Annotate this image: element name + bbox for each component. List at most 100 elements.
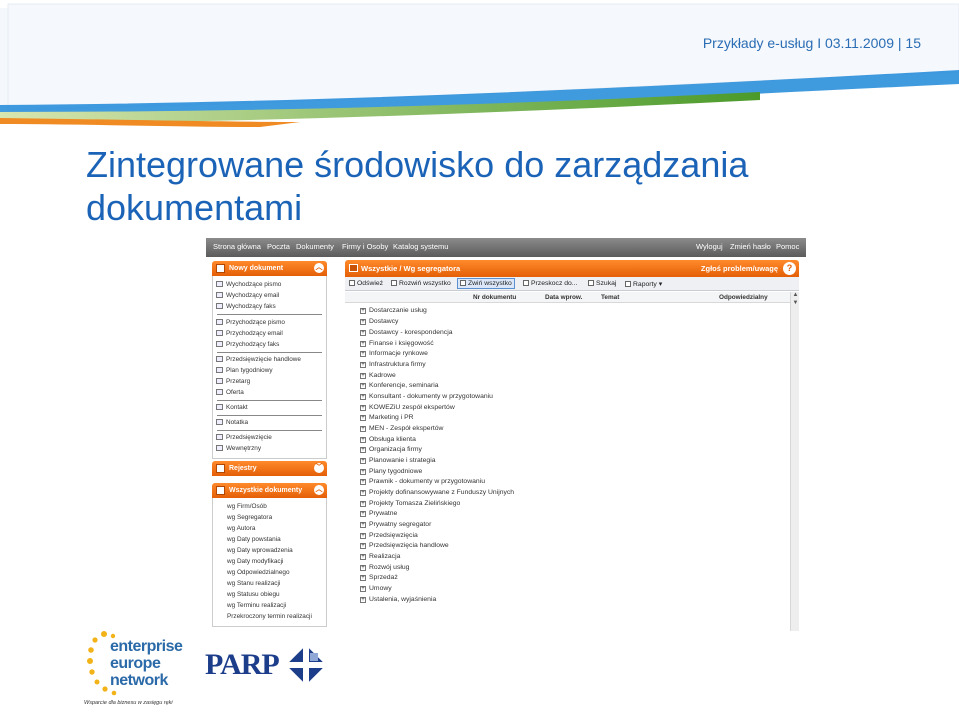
- side-item[interactable]: Plan tygodniowy: [216, 367, 273, 374]
- tree-row[interactable]: + Infrastruktura firmy: [360, 361, 426, 368]
- tree-row[interactable]: + Ustalenia, wyjaśnienia: [360, 596, 436, 603]
- tree-row[interactable]: + Prywatny segregator: [360, 521, 431, 528]
- nav-poczta[interactable]: Poczta: [267, 242, 290, 251]
- link-item[interactable]: wg Segregatora: [227, 514, 272, 521]
- jump-to-button[interactable]: Przeskocz do...: [523, 280, 577, 287]
- link-item[interactable]: wg Odpowiedzialnego: [227, 569, 290, 576]
- plus-box-icon[interactable]: +: [360, 501, 366, 507]
- tree-row[interactable]: + MEN - Zespół ekspertów: [360, 425, 443, 432]
- side-item[interactable]: Wychodzący faks: [216, 303, 276, 310]
- link-item[interactable]: wg Statusu obiegu: [227, 591, 280, 598]
- refresh-button[interactable]: Odśwież: [349, 280, 383, 287]
- plus-box-icon[interactable]: +: [360, 522, 366, 528]
- nav-dokumenty[interactable]: Dokumenty: [296, 242, 334, 251]
- plus-box-icon[interactable]: +: [360, 341, 366, 347]
- plus-box-icon[interactable]: +: [360, 437, 366, 443]
- tree-row[interactable]: + Konsultant - dokumenty w przygotowaniu: [360, 393, 493, 400]
- tree-row[interactable]: + Plany tygodniowe: [360, 468, 422, 475]
- nav-strona-glowna[interactable]: Strona główna: [213, 242, 261, 251]
- tree-row[interactable]: + Prawnik - dokumenty w przygotowaniu: [360, 478, 485, 485]
- plus-box-icon[interactable]: +: [360, 330, 366, 336]
- link-item[interactable]: wg Daty wprowadzenia: [227, 547, 293, 554]
- collapse-all-button[interactable]: Zwiń wszystko: [457, 278, 515, 289]
- tree-row[interactable]: + Organizacja firmy: [360, 446, 422, 453]
- col-data-wprow[interactable]: Data wprow.: [545, 294, 582, 301]
- side-item[interactable]: Kontakt: [216, 404, 248, 411]
- tree-row[interactable]: + Przedsięwzięcia: [360, 532, 418, 539]
- plus-box-icon[interactable]: +: [360, 490, 366, 496]
- side-item[interactable]: Przedsięwzięcie: [216, 434, 272, 441]
- nav-katalog-systemu[interactable]: Katalog systemu: [393, 242, 448, 251]
- panel-all-documents[interactable]: Wszystkie dokumenty ︿: [212, 483, 327, 498]
- scroll-down-icon[interactable]: ▼: [792, 300, 799, 306]
- tree-row[interactable]: + Marketing i PR: [360, 414, 414, 421]
- plus-box-icon[interactable]: +: [360, 469, 366, 475]
- chevron-up-icon[interactable]: ︿: [314, 485, 324, 495]
- vertical-scrollbar[interactable]: ▲ ▼: [790, 292, 799, 631]
- tree-row[interactable]: + Obsługa klienta: [360, 436, 416, 443]
- plus-box-icon[interactable]: +: [360, 479, 366, 485]
- panel-new-document[interactable]: Nowy dokument ︿: [212, 261, 327, 276]
- plus-box-icon[interactable]: +: [360, 394, 366, 400]
- plus-box-icon[interactable]: +: [360, 586, 366, 592]
- link-item[interactable]: wg Daty powstania: [227, 536, 281, 543]
- tree-row[interactable]: + Sprzedaż: [360, 574, 398, 581]
- plus-box-icon[interactable]: +: [360, 565, 366, 571]
- link-item[interactable]: wg Autora: [227, 525, 255, 532]
- tree-row[interactable]: + Dostawcy: [360, 318, 398, 325]
- scroll-up-icon[interactable]: ▲: [792, 292, 799, 298]
- side-item[interactable]: Przedsięwzięcie handlowe: [216, 356, 301, 363]
- plus-box-icon[interactable]: +: [360, 383, 366, 389]
- plus-box-icon[interactable]: +: [360, 405, 366, 411]
- tree-row[interactable]: + Informacje rynkowe: [360, 350, 428, 357]
- tree-row[interactable]: + Konferencje, seminaria: [360, 382, 439, 389]
- link-item[interactable]: Przekroczony termin realizacji: [227, 613, 312, 620]
- expand-all-button[interactable]: Rozwiń wszystko: [391, 280, 451, 287]
- side-item[interactable]: Przychodzące pismo: [216, 319, 285, 326]
- plus-box-icon[interactable]: +: [360, 543, 366, 549]
- panel-registers[interactable]: Rejestry ﹀: [212, 461, 327, 476]
- tree-row[interactable]: + Dostawcy - korespondencja: [360, 329, 453, 336]
- plus-box-icon[interactable]: +: [360, 319, 366, 325]
- nav-firmy-i-osoby[interactable]: Firmy i Osoby: [342, 242, 388, 251]
- link-item[interactable]: wg Terminu realizacji: [227, 602, 286, 609]
- tree-row[interactable]: + Projekty Tomasza Zielińskiego: [360, 500, 460, 507]
- report-problem-link[interactable]: Zgłoś problem/uwagę: [701, 264, 778, 273]
- plus-box-icon[interactable]: +: [360, 575, 366, 581]
- tree-row[interactable]: + Finanse i księgowość: [360, 340, 434, 347]
- nav-wyloguj[interactable]: Wyloguj: [696, 242, 723, 251]
- tree-row[interactable]: + Realizacja: [360, 553, 400, 560]
- col-temat[interactable]: Temat: [601, 294, 619, 301]
- nav-pomoc[interactable]: Pomoc: [776, 242, 799, 251]
- tree-row[interactable]: + Projekty dofinansowywane z Funduszy Uni…: [360, 489, 514, 496]
- plus-box-icon[interactable]: +: [360, 308, 366, 314]
- tree-row[interactable]: + KOWEZiU zespół ekspertów: [360, 404, 455, 411]
- plus-box-icon[interactable]: +: [360, 362, 366, 368]
- tree-row[interactable]: + Dostarczanie usług: [360, 307, 427, 314]
- side-item[interactable]: Wewnętrzny: [216, 445, 261, 452]
- plus-box-icon[interactable]: +: [360, 351, 366, 357]
- tree-row[interactable]: + Kadrowe: [360, 372, 396, 379]
- side-item[interactable]: Przychodzący faks: [216, 341, 279, 348]
- chevron-down-icon[interactable]: ﹀: [314, 463, 324, 473]
- col-nr-dokumentu[interactable]: Nr dokumentu: [473, 294, 516, 301]
- plus-box-icon[interactable]: +: [360, 458, 366, 464]
- side-item[interactable]: Oferta: [216, 389, 244, 396]
- chevron-up-icon[interactable]: ︿: [314, 263, 324, 273]
- plus-box-icon[interactable]: +: [360, 597, 366, 603]
- search-button[interactable]: Szukaj: [588, 280, 616, 287]
- plus-box-icon[interactable]: +: [360, 511, 366, 517]
- reports-button[interactable]: Raporty ▾: [625, 280, 662, 288]
- tree-row[interactable]: + Prywatne: [360, 510, 397, 517]
- help-icon[interactable]: ?: [783, 262, 796, 275]
- nav-zmien-haslo[interactable]: Zmień hasło: [730, 242, 771, 251]
- side-item[interactable]: Wychodzące pismo: [216, 281, 281, 288]
- plus-box-icon[interactable]: +: [360, 554, 366, 560]
- tree-row[interactable]: + Przedsięwzięcia handlowe: [360, 542, 449, 549]
- tree-row[interactable]: + Umowy: [360, 585, 392, 592]
- side-item[interactable]: Wychodzący email: [216, 292, 279, 299]
- tree-row[interactable]: + Planowanie i strategia: [360, 457, 436, 464]
- tree-row[interactable]: + Rozwój usług: [360, 564, 409, 571]
- plus-box-icon[interactable]: +: [360, 373, 366, 379]
- link-item[interactable]: wg Daty modyfikacji: [227, 558, 283, 565]
